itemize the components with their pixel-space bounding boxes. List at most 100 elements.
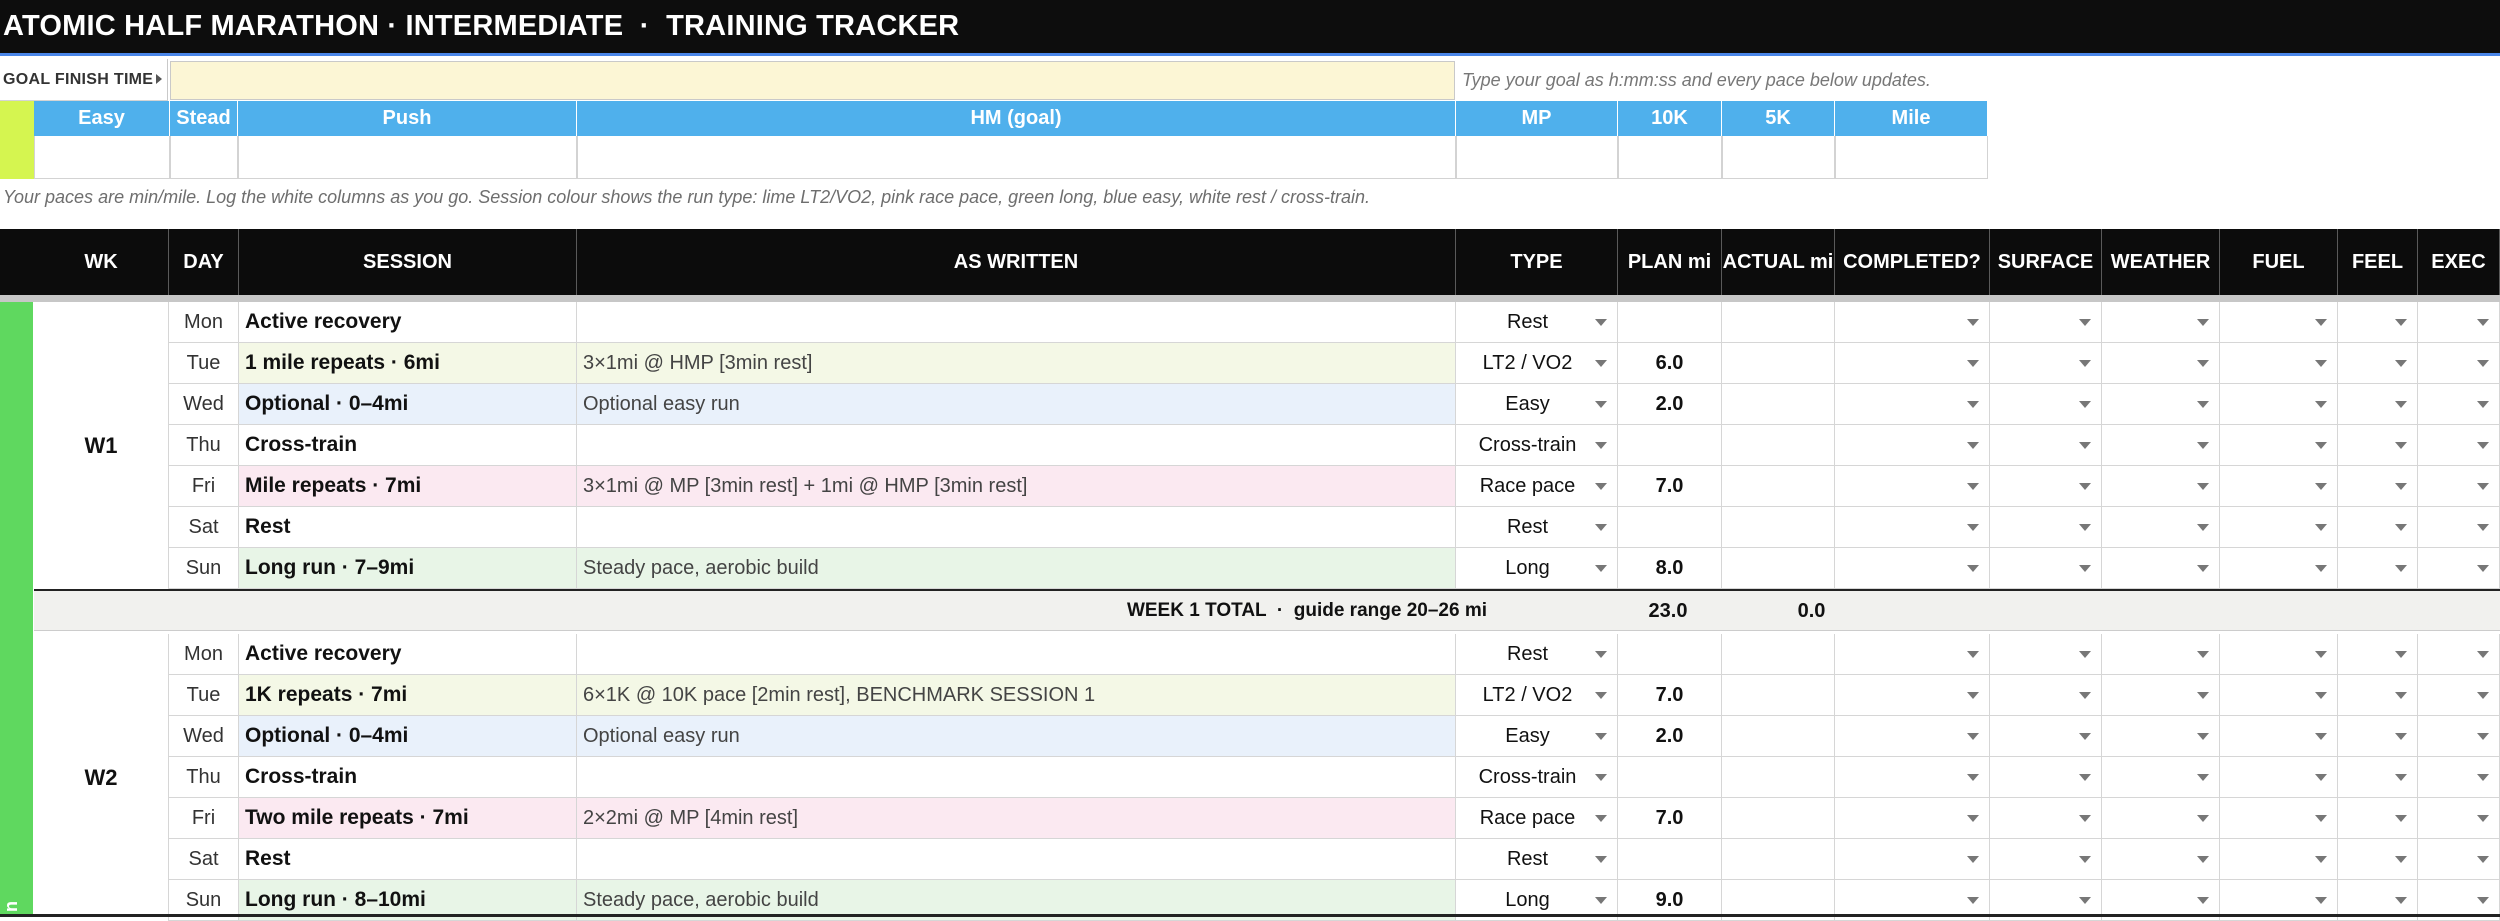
feel-dropdown[interactable] <box>2338 466 2418 507</box>
type-dropdown[interactable]: LT2 / VO2 <box>1456 675 1618 716</box>
completed-dropdown[interactable] <box>1835 425 1990 466</box>
completed-dropdown[interactable] <box>1835 343 1990 384</box>
weather-dropdown[interactable] <box>2102 343 2220 384</box>
actual-dropdown[interactable] <box>1722 839 1835 880</box>
fuel-dropdown[interactable] <box>2220 839 2338 880</box>
fuel-dropdown[interactable] <box>2220 302 2338 343</box>
actual-dropdown[interactable] <box>1722 384 1835 425</box>
actual-dropdown[interactable] <box>1722 798 1835 839</box>
feel-dropdown[interactable] <box>2338 384 2418 425</box>
weather-dropdown[interactable] <box>2102 798 2220 839</box>
weather-dropdown[interactable] <box>2102 716 2220 757</box>
surface-dropdown[interactable] <box>1990 839 2102 880</box>
surface-dropdown[interactable] <box>1990 716 2102 757</box>
actual-dropdown[interactable] <box>1722 634 1835 675</box>
surface-dropdown[interactable] <box>1990 466 2102 507</box>
actual-dropdown[interactable] <box>1722 425 1835 466</box>
type-dropdown[interactable]: Race pace <box>1456 466 1618 507</box>
exec-dropdown[interactable] <box>2418 716 2500 757</box>
fuel-dropdown[interactable] <box>2220 675 2338 716</box>
weather-dropdown[interactable] <box>2102 548 2220 589</box>
surface-dropdown[interactable] <box>1990 548 2102 589</box>
surface-dropdown[interactable] <box>1990 302 2102 343</box>
completed-dropdown[interactable] <box>1835 466 1990 507</box>
type-dropdown[interactable]: Easy <box>1456 384 1618 425</box>
actual-dropdown[interactable] <box>1722 343 1835 384</box>
surface-dropdown[interactable] <box>1990 675 2102 716</box>
weather-dropdown[interactable] <box>2102 634 2220 675</box>
goal-finish-time-input[interactable] <box>170 61 1455 100</box>
feel-dropdown[interactable] <box>2338 634 2418 675</box>
weather-dropdown[interactable] <box>2102 839 2220 880</box>
fuel-dropdown[interactable] <box>2220 548 2338 589</box>
exec-dropdown[interactable] <box>2418 675 2500 716</box>
weather-dropdown[interactable] <box>2102 757 2220 798</box>
feel-dropdown[interactable] <box>2338 425 2418 466</box>
type-dropdown[interactable]: Race pace <box>1456 798 1618 839</box>
surface-dropdown[interactable] <box>1990 384 2102 425</box>
completed-dropdown[interactable] <box>1835 384 1990 425</box>
fuel-dropdown[interactable] <box>2220 384 2338 425</box>
fuel-dropdown[interactable] <box>2220 425 2338 466</box>
actual-dropdown[interactable] <box>1722 302 1835 343</box>
completed-dropdown[interactable] <box>1835 507 1990 548</box>
actual-dropdown[interactable] <box>1722 716 1835 757</box>
fuel-dropdown[interactable] <box>2220 634 2338 675</box>
fuel-dropdown[interactable] <box>2220 507 2338 548</box>
fuel-dropdown[interactable] <box>2220 466 2338 507</box>
surface-dropdown[interactable] <box>1990 634 2102 675</box>
exec-dropdown[interactable] <box>2418 466 2500 507</box>
completed-dropdown[interactable] <box>1835 675 1990 716</box>
exec-dropdown[interactable] <box>2418 343 2500 384</box>
weather-dropdown[interactable] <box>2102 466 2220 507</box>
exec-dropdown[interactable] <box>2418 425 2500 466</box>
completed-dropdown[interactable] <box>1835 634 1990 675</box>
actual-dropdown[interactable] <box>1722 675 1835 716</box>
fuel-dropdown[interactable] <box>2220 343 2338 384</box>
type-dropdown[interactable]: Cross-train <box>1456 425 1618 466</box>
weather-dropdown[interactable] <box>2102 675 2220 716</box>
feel-dropdown[interactable] <box>2338 716 2418 757</box>
completed-dropdown[interactable] <box>1835 716 1990 757</box>
weather-dropdown[interactable] <box>2102 507 2220 548</box>
feel-dropdown[interactable] <box>2338 507 2418 548</box>
feel-dropdown[interactable] <box>2338 839 2418 880</box>
actual-dropdown[interactable] <box>1722 507 1835 548</box>
feel-dropdown[interactable] <box>2338 302 2418 343</box>
completed-dropdown[interactable] <box>1835 302 1990 343</box>
feel-dropdown[interactable] <box>2338 675 2418 716</box>
exec-dropdown[interactable] <box>2418 634 2500 675</box>
type-dropdown[interactable]: Rest <box>1456 507 1618 548</box>
weather-dropdown[interactable] <box>2102 384 2220 425</box>
exec-dropdown[interactable] <box>2418 548 2500 589</box>
type-dropdown[interactable]: Easy <box>1456 716 1618 757</box>
surface-dropdown[interactable] <box>1990 343 2102 384</box>
fuel-dropdown[interactable] <box>2220 798 2338 839</box>
exec-dropdown[interactable] <box>2418 798 2500 839</box>
exec-dropdown[interactable] <box>2418 507 2500 548</box>
surface-dropdown[interactable] <box>1990 425 2102 466</box>
completed-dropdown[interactable] <box>1835 757 1990 798</box>
actual-dropdown[interactable] <box>1722 548 1835 589</box>
surface-dropdown[interactable] <box>1990 507 2102 548</box>
surface-dropdown[interactable] <box>1990 798 2102 839</box>
exec-dropdown[interactable] <box>2418 302 2500 343</box>
type-dropdown[interactable]: Rest <box>1456 302 1618 343</box>
surface-dropdown[interactable] <box>1990 757 2102 798</box>
actual-dropdown[interactable] <box>1722 466 1835 507</box>
feel-dropdown[interactable] <box>2338 798 2418 839</box>
actual-dropdown[interactable] <box>1722 757 1835 798</box>
fuel-dropdown[interactable] <box>2220 716 2338 757</box>
weather-dropdown[interactable] <box>2102 302 2220 343</box>
completed-dropdown[interactable] <box>1835 798 1990 839</box>
type-dropdown[interactable]: Long <box>1456 548 1618 589</box>
feel-dropdown[interactable] <box>2338 548 2418 589</box>
type-dropdown[interactable]: Rest <box>1456 839 1618 880</box>
weather-dropdown[interactable] <box>2102 425 2220 466</box>
completed-dropdown[interactable] <box>1835 548 1990 589</box>
feel-dropdown[interactable] <box>2338 757 2418 798</box>
exec-dropdown[interactable] <box>2418 839 2500 880</box>
fuel-dropdown[interactable] <box>2220 757 2338 798</box>
exec-dropdown[interactable] <box>2418 384 2500 425</box>
completed-dropdown[interactable] <box>1835 839 1990 880</box>
